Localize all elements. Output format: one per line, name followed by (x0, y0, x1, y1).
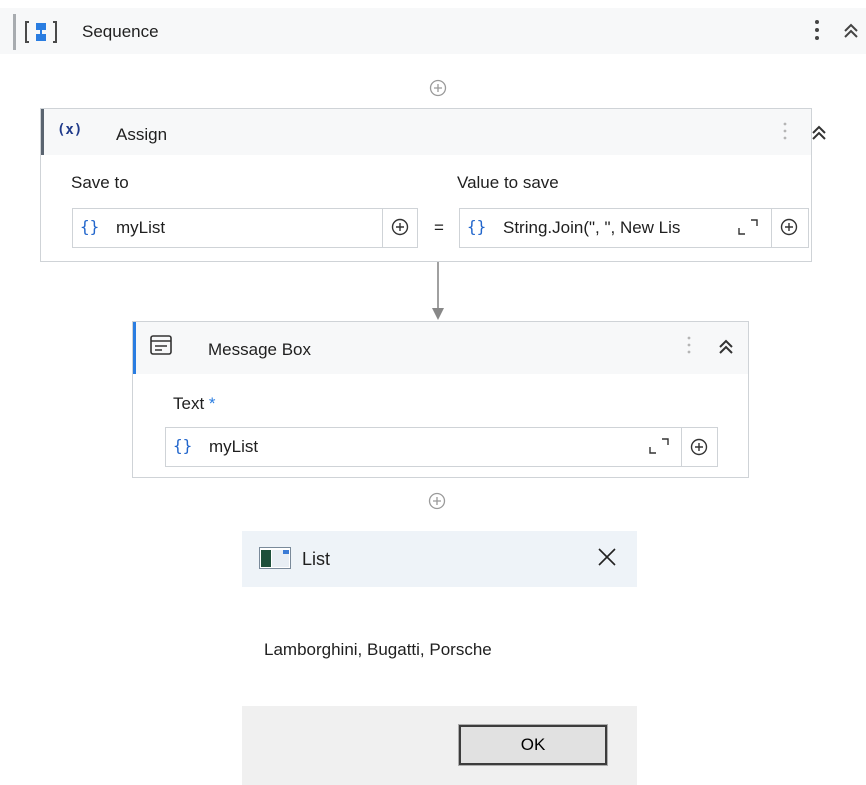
expression-icon: {} (173, 436, 193, 455)
assign-accent-bar (41, 109, 44, 155)
expression-icon: {} (467, 217, 487, 236)
message-box-title: Message Box (208, 340, 311, 359)
message-box-icon (150, 335, 172, 355)
text-label-text: Text (173, 394, 205, 413)
collapse-icon[interactable] (717, 338, 735, 356)
more-options-icon[interactable] (782, 120, 788, 142)
value-to-save-label: Value to save (457, 173, 559, 192)
text-label: Text * (173, 394, 216, 414)
assign-title: Assign (116, 125, 168, 144)
sequence-indent-bar (13, 14, 16, 50)
equals-sign: = (434, 218, 444, 237)
expand-editor-icon[interactable] (648, 438, 670, 454)
field-divider (771, 209, 772, 247)
more-options-icon[interactable] (813, 18, 821, 42)
connector-arrow-icon (432, 262, 444, 320)
dialog-title: List (302, 549, 331, 569)
collapse-icon[interactable] (810, 124, 828, 142)
expression-icon: {} (80, 217, 100, 236)
add-activity-icon[interactable] (429, 79, 447, 97)
sequence-icon (25, 21, 57, 43)
close-icon[interactable] (597, 547, 617, 567)
add-variable-icon[interactable] (690, 438, 708, 456)
save-to-label: Save to (71, 173, 129, 192)
collapse-icon[interactable] (842, 22, 860, 40)
value-to-save-value[interactable]: String.Join(", ", New Lis (503, 218, 733, 238)
window-icon (259, 547, 291, 569)
expand-editor-icon[interactable] (737, 219, 759, 235)
more-options-icon[interactable] (686, 334, 692, 356)
field-divider (382, 209, 383, 247)
variable-icon: (x) (57, 122, 83, 138)
ok-button[interactable]: OK (458, 724, 608, 766)
add-activity-icon[interactable] (428, 492, 446, 510)
text-field-value[interactable]: myList (209, 437, 258, 457)
message-box-accent-bar (133, 322, 136, 374)
save-to-value[interactable]: myList (116, 218, 165, 238)
dialog-message: Lamborghini, Bugatti, Porsche (264, 640, 492, 659)
add-variable-icon[interactable] (391, 218, 409, 236)
field-divider (681, 428, 682, 466)
required-marker: * (208, 394, 216, 413)
add-variable-icon[interactable] (780, 218, 798, 236)
sequence-title: Sequence (82, 22, 159, 41)
